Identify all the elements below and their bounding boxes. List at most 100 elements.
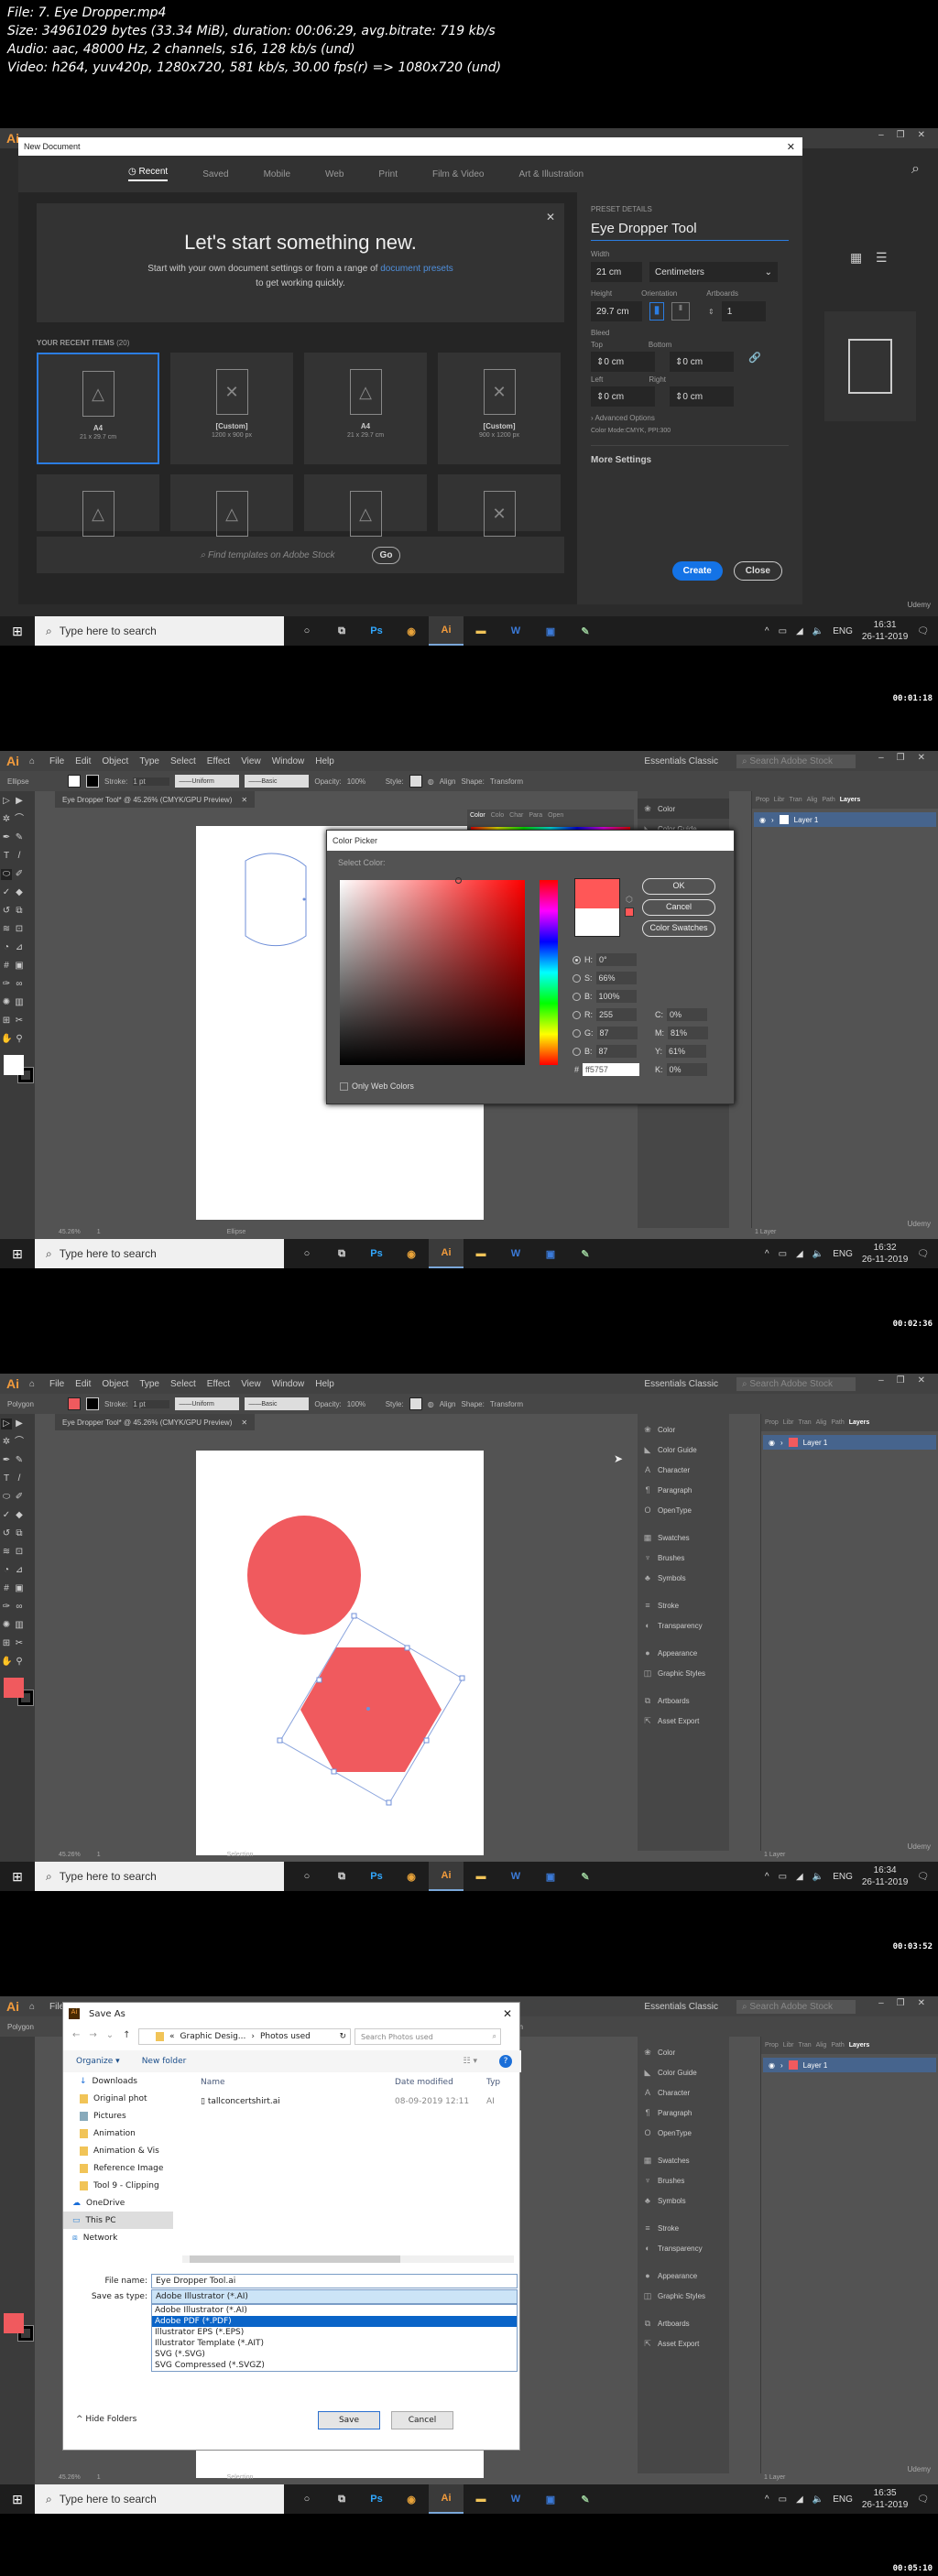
menu-type[interactable]: Type [139, 756, 159, 766]
menu-select[interactable]: Select [170, 756, 196, 766]
recent-item[interactable]: △ [37, 474, 159, 537]
variable-width-profile[interactable]: —— Uniform [175, 775, 240, 788]
tab-transform[interactable]: Tran [798, 1419, 811, 1426]
close-button[interactable]: Close [733, 561, 782, 581]
photoshop-icon[interactable]: Ps [359, 616, 394, 646]
stroke-weight-input[interactable]: 1 pt [133, 777, 170, 786]
saturation-radio[interactable] [573, 973, 581, 983]
slice-icon[interactable]: ✂ [14, 1016, 25, 1027]
curvature-icon[interactable]: ✎ [14, 832, 25, 843]
task-view-icon[interactable]: ⧉ [324, 1239, 359, 1268]
minimize-icon[interactable]: – [878, 130, 884, 140]
tab-transform[interactable]: Tran [798, 2042, 811, 2049]
tab-pathfinder[interactable]: Path [831, 2042, 844, 2049]
tab-paragraph[interactable]: Para [529, 812, 542, 819]
landscape-icon[interactable]: ▮ [671, 302, 690, 321]
curvature-icon[interactable]: ✎ [14, 1455, 25, 1466]
dialog-close-icon[interactable]: ✕ [503, 2007, 512, 2020]
blend-icon[interactable]: ∞ [14, 979, 25, 990]
windows-start-icon[interactable]: ⊞ [0, 1239, 35, 1268]
go-button[interactable]: Go [371, 546, 401, 564]
windows-start-icon[interactable]: ⊞ [0, 616, 35, 646]
back-arrow-icon[interactable]: ← [72, 2030, 80, 2040]
adobe-stock-search[interactable]: ⌕ Search Adobe Stock [736, 1376, 856, 1391]
panel-brushes[interactable]: ♆ Brushes [638, 1548, 729, 1568]
word-icon[interactable]: W [498, 1862, 533, 1891]
chevron-up-icon[interactable]: ^ [765, 1249, 769, 1259]
expand-icon[interactable]: › [771, 816, 774, 824]
nav-folder[interactable]: Animation & Vis [63, 2142, 173, 2159]
panel-stroke[interactable]: ≡ Stroke [638, 1595, 729, 1615]
task-view-icon[interactable]: ⧉ [324, 616, 359, 646]
gamut-color-swatch[interactable] [625, 908, 634, 917]
brush-definition[interactable]: —— Basic [245, 775, 310, 788]
artboard[interactable] [196, 1451, 484, 1855]
pen-tool-icon[interactable]: ✒ [1, 832, 12, 843]
nav-folder[interactable]: Original phot [63, 2090, 173, 2107]
language-indicator[interactable]: ENG [833, 1872, 853, 1882]
bleed-top-input[interactable]: ⇕ 0 cm [591, 352, 655, 372]
volume-icon[interactable]: 🔈 [813, 626, 823, 636]
recent-item[interactable]: ✕ [Custom] 900 x 1200 px [438, 353, 561, 464]
opacity-input[interactable]: 100% [347, 777, 380, 786]
app2-icon[interactable]: ✎ [568, 616, 603, 646]
graph-icon[interactable]: ▥ [14, 1620, 25, 1631]
tab-layers[interactable]: Layers [840, 797, 861, 803]
hide-folders-toggle[interactable]: ^ Hide Folders [76, 2415, 136, 2424]
eyedropper-icon[interactable]: ✑ [1, 1602, 12, 1613]
menu-window[interactable]: Window [272, 1379, 305, 1389]
tab-print[interactable]: Print [378, 169, 398, 179]
width-icon[interactable]: ≋ [1, 1547, 12, 1558]
artboard-number[interactable]: 1 [97, 2474, 101, 2481]
close-icon[interactable]: ✕ [918, 753, 925, 763]
breadcrumb-current[interactable]: Photos used [260, 2032, 311, 2041]
battery-icon[interactable]: ▭ [779, 1249, 787, 1259]
zoom-icon[interactable]: ⚲ [14, 1034, 25, 1045]
symbol-sprayer-icon[interactable]: ✺ [1, 997, 12, 1008]
tab-pathfinder[interactable]: Path [831, 1419, 844, 1426]
chrome-icon[interactable]: ◉ [394, 2484, 429, 2514]
clock[interactable]: 16:34 26-11-2019 [862, 1864, 908, 1888]
volume-icon[interactable]: 🔈 [813, 1249, 823, 1259]
eraser-icon[interactable]: ◆ [14, 1510, 25, 1521]
out-of-gamut-icon[interactable]: ⬡ [626, 895, 633, 905]
brightness-input[interactable]: 100% [595, 990, 637, 1003]
workspace-switcher[interactable]: Essentials Classic [644, 2002, 718, 2012]
panel-paragraph[interactable]: ¶ Paragraph [638, 2103, 729, 2123]
column-date-modified[interactable]: Date modified [395, 2078, 486, 2087]
layer-row[interactable]: ◉ › Layer 1 [763, 2058, 936, 2072]
panel-symbols[interactable]: ♣ Symbols [638, 1568, 729, 1588]
word-icon[interactable]: W [498, 616, 533, 646]
panel-asset-export[interactable]: ⇱ Asset Export [638, 1711, 729, 1731]
file-name-input[interactable]: Eye Dropper Tool.ai [151, 2274, 518, 2288]
artboard-icon[interactable]: ⊞ [1, 1638, 12, 1649]
battery-icon[interactable]: ▭ [779, 1872, 787, 1882]
windows-start-icon[interactable]: ⊞ [0, 1862, 35, 1891]
notification-icon[interactable]: 🗨 [917, 2494, 929, 2505]
recent-item[interactable]: △ A4 21 x 29.7 cm [37, 353, 159, 464]
file-explorer-icon[interactable]: ▬ [464, 1239, 498, 1268]
home-icon[interactable]: ⌂ [29, 2002, 35, 2012]
cortana-icon[interactable]: ○ [289, 1239, 324, 1268]
language-indicator[interactable]: ENG [833, 2494, 853, 2505]
width-input[interactable]: 21 cm [591, 262, 642, 282]
stock-search-input[interactable]: ⌕ Find templates on Adobe Stock [201, 550, 335, 560]
organize-button[interactable]: Organize ▾ [76, 2057, 120, 2066]
file-explorer-icon[interactable]: ▬ [464, 1862, 498, 1891]
zoom-icon[interactable]: ⚲ [14, 1657, 25, 1668]
line-tool-icon[interactable]: / [14, 1473, 25, 1484]
saturation-input[interactable]: 66% [595, 972, 637, 984]
chrome-icon[interactable]: ◉ [394, 1862, 429, 1891]
style-swatch[interactable] [409, 775, 422, 788]
type-option[interactable]: SVG Compressed (*.SVGZ) [152, 2360, 517, 2371]
tab-web[interactable]: Web [325, 169, 344, 179]
recent-item[interactable]: △ [170, 474, 293, 537]
paintbrush-icon[interactable]: ✐ [14, 1492, 25, 1503]
panel-brushes[interactable]: ♆ Brushes [638, 2170, 729, 2190]
tab-character[interactable]: Char [509, 812, 523, 819]
zoom-level[interactable]: 45.26% [59, 1852, 81, 1858]
new-folder-button[interactable]: New folder [142, 2057, 187, 2066]
close-tab-icon[interactable]: ✕ [241, 1418, 247, 1427]
shape-builder-icon[interactable]: ◔ [1, 942, 12, 953]
document-tab[interactable]: Eye Dropper Tool* @ 45.26% (CMYK/GPU Pre… [55, 791, 256, 808]
